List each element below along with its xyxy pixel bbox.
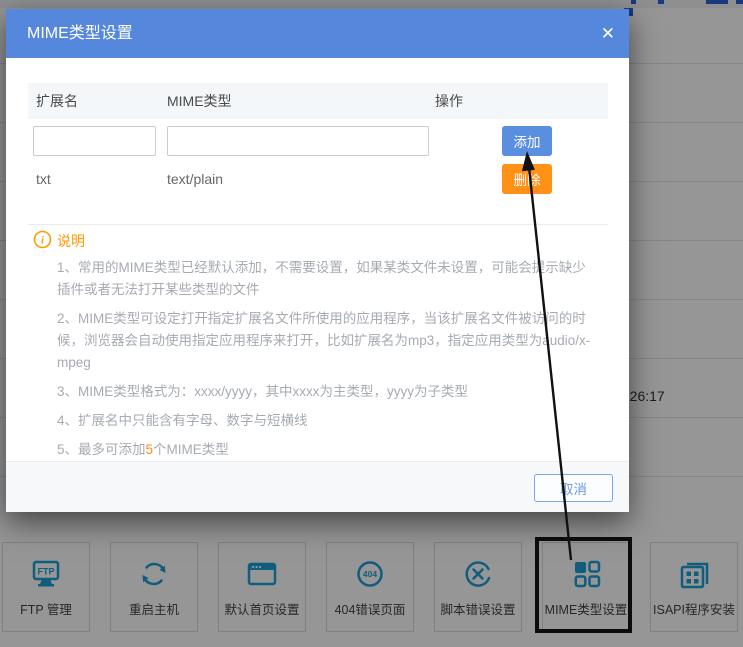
close-icon[interactable]: ✕	[601, 9, 615, 58]
mime-type-input[interactable]	[167, 126, 429, 156]
cancel-button[interactable]: 取消	[534, 474, 613, 502]
dialog-title: MIME类型设置	[27, 9, 133, 58]
dialog-footer: 取消	[6, 461, 629, 512]
notice-item-5-suffix: 个MIME类型	[153, 442, 229, 457]
notice-item-1: 1、常用的MIME类型已经默认添加，不需要设置，如果某类文件未设置，可能会提示缺…	[57, 257, 596, 301]
column-header-action: 操作	[435, 83, 463, 119]
dialog-header: MIME类型设置 ✕	[6, 9, 629, 58]
column-header-extension: 扩展名	[36, 83, 78, 119]
info-icon: i	[33, 230, 52, 254]
row-mime-value: text/plain	[167, 171, 223, 187]
notice-item-2: 2、MIME类型可设定打开指定扩展名文件所使用的应用程序，当该扩展名文件被访问的…	[57, 308, 596, 374]
delete-button[interactable]: 删除	[502, 164, 552, 194]
mime-settings-dialog: MIME类型设置 ✕ 扩展名 MIME类型 操作 添加 txt text/pla…	[6, 9, 629, 512]
table-header-bar	[28, 83, 608, 119]
svg-text:i: i	[41, 235, 45, 247]
row-divider	[28, 224, 608, 225]
mime-tile-highlight-rectangle	[535, 537, 632, 633]
notice-item-3: 3、MIME类型格式为：xxxx/yyyy，其中xxxx为主类型，yyyy为子类…	[57, 381, 596, 403]
notice-title: 说明	[57, 231, 85, 251]
notice-item-4: 4、扩展名中只能含有字母、数字与短横线	[57, 410, 596, 432]
notice-item-5: 5、最多可添加5个MIME类型	[57, 439, 596, 461]
column-header-mime-type: MIME类型	[167, 83, 232, 119]
extension-input[interactable]	[33, 126, 156, 156]
notice-item-5-count: 5	[146, 442, 154, 457]
notice-list: 1、常用的MIME类型已经默认添加，不需要设置，如果某类文件未设置，可能会提示缺…	[57, 257, 596, 468]
row-extension-value: txt	[36, 171, 51, 187]
notice-item-5-prefix: 5、最多可添加	[57, 442, 146, 457]
add-button[interactable]: 添加	[502, 126, 552, 156]
